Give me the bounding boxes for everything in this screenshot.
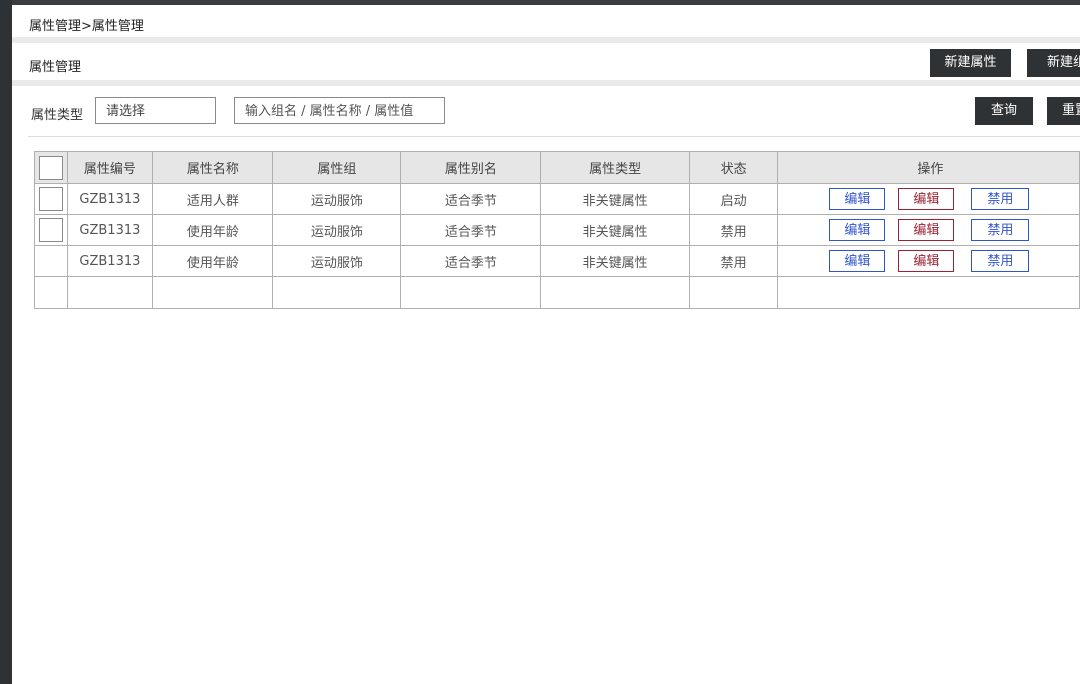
- cell-type: 非关键属性: [540, 245, 690, 277]
- reset-button[interactable]: 重置: [1047, 97, 1080, 125]
- section-title: 属性管理: [29, 60, 82, 75]
- select-all-cell: [34, 151, 68, 184]
- filter-divider: [28, 136, 1080, 137]
- empty-cell: [400, 276, 542, 309]
- search-input[interactable]: 输入组名 / 属性名称 / 属性值: [234, 97, 445, 124]
- cell-alias: 适合季节: [400, 183, 542, 215]
- cell-actions: 编辑 编辑 禁用: [777, 183, 1080, 215]
- table-row: GZB1313 适用人群 运动服饰 适合季节 非关键属性 启动 编辑 编辑 禁用: [34, 183, 1080, 215]
- table-row: GZB1313 使用年龄 运动服饰 适合季节 非关键属性 禁用 编辑 编辑 禁用: [34, 214, 1080, 246]
- cell-alias: 适合季节: [400, 245, 542, 277]
- cell-id: GZB1313: [66, 245, 154, 277]
- new-attribute-button[interactable]: 新建属性: [930, 49, 1011, 77]
- disable-button[interactable]: 禁用: [971, 219, 1030, 241]
- cell-id: GZB1313: [66, 214, 154, 246]
- column-header: 属性组: [272, 151, 402, 184]
- table-header-row: 属性编号 属性名称 属性组 属性别名 属性类型 状态 操作: [34, 151, 1080, 184]
- select-all-checkbox[interactable]: [38, 155, 63, 180]
- cell-id: GZB1313: [66, 183, 154, 215]
- column-header: 属性别名: [400, 151, 542, 184]
- disable-button[interactable]: 禁用: [971, 250, 1030, 272]
- edit-button-alt[interactable]: 编辑: [898, 250, 955, 272]
- empty-cell: [777, 276, 1080, 309]
- new-group-button[interactable]: 新建组: [1027, 49, 1080, 77]
- edit-button[interactable]: 编辑: [829, 188, 886, 210]
- left-sidebar-edge: [0, 0, 12, 684]
- cell-actions: 编辑 编辑 禁用: [777, 214, 1080, 246]
- column-header: 状态: [688, 151, 779, 184]
- attribute-type-label: 属性类型: [31, 108, 84, 123]
- edit-button[interactable]: 编辑: [829, 219, 886, 241]
- cell-group: 运动服饰: [272, 214, 402, 246]
- column-header: 操作: [777, 151, 1080, 184]
- table-row-empty: [34, 276, 1080, 309]
- cell-group: 运动服饰: [272, 245, 402, 277]
- row-select-cell: [34, 214, 68, 246]
- edit-button-alt[interactable]: 编辑: [898, 219, 955, 241]
- cell-group: 运动服饰: [272, 183, 402, 215]
- empty-cell: [34, 276, 68, 309]
- breadcrumb[interactable]: 属性管理>属性管理: [29, 15, 144, 34]
- cell-name: 使用年龄: [152, 214, 274, 246]
- column-header: 属性名称: [152, 151, 274, 184]
- column-header: 属性类型: [540, 151, 690, 184]
- cell-type: 非关键属性: [540, 183, 690, 215]
- attribute-type-select[interactable]: 请选择: [95, 97, 216, 124]
- edit-button[interactable]: 编辑: [829, 250, 886, 272]
- column-header: 属性编号: [66, 151, 154, 184]
- cell-type: 非关键属性: [540, 214, 690, 246]
- query-button[interactable]: 查询: [975, 97, 1033, 125]
- cell-name: 适用人群: [152, 183, 274, 215]
- disable-button[interactable]: 禁用: [971, 188, 1030, 210]
- empty-cell: [152, 276, 274, 309]
- empty-cell: [272, 276, 402, 309]
- row-checkbox[interactable]: [38, 218, 63, 242]
- row-select-cell: [34, 245, 68, 277]
- divider-strip: [12, 37, 1080, 43]
- cell-name: 使用年龄: [152, 245, 274, 277]
- divider-strip: [12, 80, 1080, 86]
- cell-status: 禁用: [688, 245, 779, 277]
- empty-cell: [540, 276, 690, 309]
- edit-button-alt[interactable]: 编辑: [898, 188, 955, 210]
- cell-alias: 适合季节: [400, 214, 542, 246]
- empty-cell: [66, 276, 154, 309]
- table-row: GZB1313 使用年龄 运动服饰 适合季节 非关键属性 禁用 编辑 编辑 禁用: [34, 245, 1080, 277]
- cell-status: 启动: [688, 183, 779, 215]
- row-select-cell: [34, 183, 68, 215]
- cell-status: 禁用: [688, 214, 779, 246]
- cell-actions: 编辑 编辑 禁用: [777, 245, 1080, 277]
- empty-cell: [688, 276, 779, 309]
- row-checkbox[interactable]: [38, 187, 63, 211]
- window-top-bar: [0, 0, 1080, 5]
- attribute-table: 属性编号 属性名称 属性组 属性别名 属性类型 状态 操作 GZB1313 适用…: [34, 151, 1080, 309]
